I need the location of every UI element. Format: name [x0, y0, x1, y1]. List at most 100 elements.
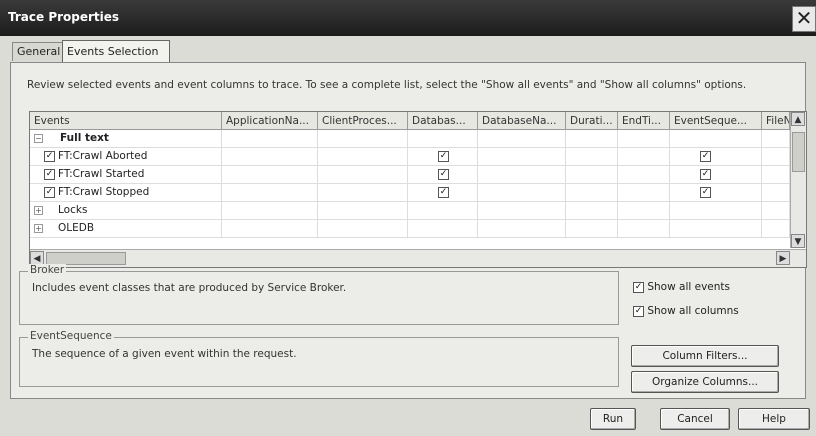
- scroll-left-icon[interactable]: ◀: [30, 251, 44, 265]
- close-icon[interactable]: ✕: [792, 6, 816, 32]
- event-row[interactable]: − Full text: [30, 130, 790, 148]
- column-filters-button[interactable]: Column Filters...: [631, 345, 779, 367]
- column-cell: ✓: [670, 166, 762, 183]
- event-name-cell: + Locks: [30, 202, 222, 219]
- column-cell: [222, 148, 318, 165]
- column-header[interactable]: EndTi...: [618, 112, 670, 130]
- column-cell: [762, 148, 790, 165]
- instructions-text: Review selected events and event columns…: [27, 79, 747, 91]
- column-cell: [222, 130, 318, 147]
- column-header[interactable]: Durati...: [566, 112, 618, 130]
- event-row[interactable]: + OLEDB: [30, 220, 790, 238]
- event-name-cell: + OLEDB: [30, 220, 222, 237]
- column-cell: ✓: [408, 148, 478, 165]
- event-row[interactable]: ✓ FT:Crawl Aborted ✓ ✓: [30, 148, 790, 166]
- event-row[interactable]: ✓ FT:Crawl Started ✓ ✓: [30, 166, 790, 184]
- column-cell: [408, 202, 478, 219]
- column-cell: [618, 166, 670, 183]
- column-cell: [478, 184, 566, 201]
- column-cell: [222, 220, 318, 237]
- event-checkbox[interactable]: ✓: [44, 187, 55, 198]
- column-cell: [762, 130, 790, 147]
- show-all-events-label: Show all events: [647, 281, 730, 293]
- event-sequence-description: The sequence of a given event within the…: [32, 348, 297, 360]
- event-label: FT:Crawl Stopped: [58, 186, 150, 198]
- column-cell: [670, 220, 762, 237]
- column-cell: [222, 184, 318, 201]
- show-all-columns-label: Show all columns: [647, 305, 739, 317]
- horizontal-scrollbar[interactable]: ◀ ▶: [30, 249, 806, 267]
- column-cell: [566, 166, 618, 183]
- show-all-events-option[interactable]: ✓ Show all events: [633, 281, 730, 293]
- event-checkbox[interactable]: ✓: [44, 151, 55, 162]
- column-cell: [670, 130, 762, 147]
- event-name-cell: ✓ FT:Crawl Started: [30, 166, 222, 183]
- show-all-columns-option[interactable]: ✓ Show all columns: [633, 305, 739, 317]
- column-cell: [762, 184, 790, 201]
- column-cell: [618, 220, 670, 237]
- event-row[interactable]: + Locks: [30, 202, 790, 220]
- column-header[interactable]: FileN: [762, 112, 790, 130]
- column-checkbox[interactable]: ✓: [700, 169, 711, 180]
- event-checkbox[interactable]: ✓: [44, 169, 55, 180]
- column-checkbox[interactable]: ✓: [438, 169, 449, 180]
- events-selection-panel: Review selected events and event columns…: [10, 62, 807, 399]
- column-cell: [318, 166, 408, 183]
- column-cell: [762, 202, 790, 219]
- column-cell: [618, 202, 670, 219]
- show-all-events-checkbox[interactable]: ✓: [633, 281, 644, 293]
- vertical-scrollbar[interactable]: ▲ ▼: [790, 112, 806, 248]
- event-label: FT:Crawl Aborted: [58, 150, 148, 162]
- column-header[interactable]: ClientProces...: [318, 112, 408, 130]
- column-cell: [222, 166, 318, 183]
- column-checkbox[interactable]: ✓: [438, 151, 449, 162]
- event-label: Locks: [58, 204, 88, 216]
- column-header[interactable]: Databas...: [408, 112, 478, 130]
- event-label: FT:Crawl Started: [58, 168, 145, 180]
- column-cell: [478, 166, 566, 183]
- column-cell: [670, 202, 762, 219]
- collapse-icon[interactable]: −: [34, 134, 43, 143]
- column-cell: [618, 130, 670, 147]
- column-checkbox[interactable]: ✓: [700, 187, 711, 198]
- column-header[interactable]: Events: [30, 112, 222, 130]
- window-title: Trace Properties: [8, 10, 120, 24]
- vertical-scroll-thumb[interactable]: [792, 132, 805, 172]
- broker-description: Includes event classes that are produced…: [32, 282, 347, 294]
- column-checkbox[interactable]: ✓: [700, 151, 711, 162]
- column-cell: [318, 220, 408, 237]
- event-label: Full text: [60, 132, 109, 144]
- events-grid[interactable]: Events ApplicationNa... ClientProces... Dat…: [29, 111, 807, 268]
- scroll-down-icon[interactable]: ▼: [791, 234, 805, 248]
- cancel-button[interactable]: Cancel: [660, 408, 730, 430]
- scroll-up-icon[interactable]: ▲: [791, 112, 805, 126]
- help-button[interactable]: Help: [738, 408, 810, 430]
- column-cell: ✓: [670, 184, 762, 201]
- column-cell: [618, 148, 670, 165]
- tab-events-selection[interactable]: Events Selection: [62, 40, 170, 63]
- column-header[interactable]: ApplicationNa...: [222, 112, 318, 130]
- scroll-right-icon[interactable]: ▶: [776, 251, 790, 265]
- column-header[interactable]: DatabaseNa...: [478, 112, 566, 130]
- column-cell: [478, 130, 566, 147]
- column-cell: [222, 202, 318, 219]
- column-checkbox[interactable]: ✓: [438, 187, 449, 198]
- event-label: OLEDB: [58, 222, 95, 234]
- column-cell: [318, 202, 408, 219]
- organize-columns-button[interactable]: Organize Columns...: [631, 371, 779, 393]
- expand-icon[interactable]: +: [34, 224, 43, 233]
- column-cell: [318, 130, 408, 147]
- column-cell: [762, 166, 790, 183]
- event-sequence-legend: EventSequence: [28, 330, 114, 342]
- event-name-cell: ✓ FT:Crawl Stopped: [30, 184, 222, 201]
- column-cell: [762, 220, 790, 237]
- column-cell: [478, 148, 566, 165]
- column-cell: [566, 148, 618, 165]
- show-all-columns-checkbox[interactable]: ✓: [633, 305, 644, 317]
- column-header[interactable]: EventSeque...: [670, 112, 762, 130]
- run-button[interactable]: Run: [590, 408, 636, 430]
- event-name-cell: ✓ FT:Crawl Aborted: [30, 148, 222, 165]
- event-sequence-group: EventSequence The sequence of a given ev…: [19, 330, 619, 387]
- expand-icon[interactable]: +: [34, 206, 43, 215]
- event-row[interactable]: ✓ FT:Crawl Stopped ✓ ✓: [30, 184, 790, 202]
